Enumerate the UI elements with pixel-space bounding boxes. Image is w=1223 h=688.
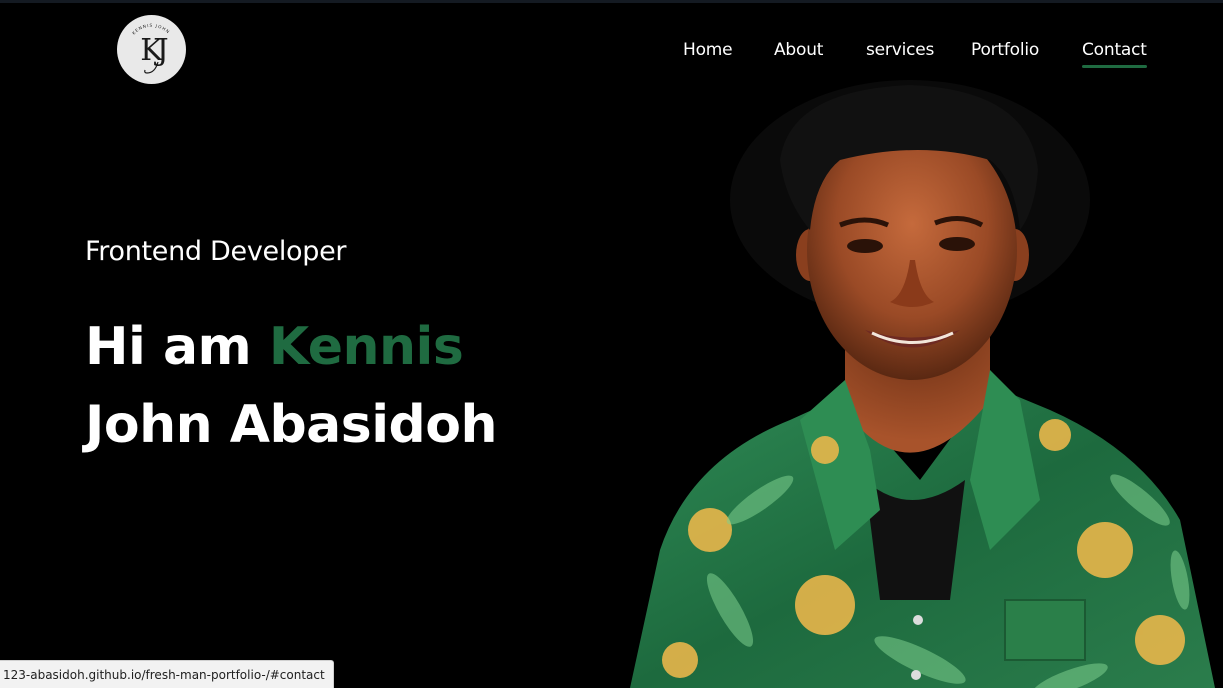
- nav-about-link[interactable]: About: [774, 38, 823, 62]
- hero-greeting: Hi am: [85, 317, 252, 377]
- nav-active-underline: [1082, 65, 1147, 68]
- profile-photo: [620, 80, 1220, 688]
- hero-subtitle: Frontend Developer: [85, 236, 347, 267]
- nav-home-label: Home: [683, 40, 733, 60]
- portfolio-page: KENNIS JOHN KJ Home About services Portf…: [0, 0, 1223, 688]
- nav-home-link[interactable]: Home: [683, 38, 733, 62]
- hero-last-names: John Abasidoh: [85, 395, 498, 455]
- nav-contact-label: Contact: [1082, 40, 1147, 60]
- main-nav: Home About services Portfolio Contact: [660, 38, 1160, 78]
- nav-portfolio-link[interactable]: Portfolio: [971, 38, 1039, 62]
- hero-first-name: Kennis: [268, 317, 464, 377]
- nav-contact-link[interactable]: Contact: [1082, 38, 1147, 68]
- browser-top-edge: [0, 0, 1223, 3]
- site-logo[interactable]: KENNIS JOHN KJ: [117, 15, 186, 84]
- nav-portfolio-label: Portfolio: [971, 40, 1040, 60]
- browser-status-url: 123-abasidoh.github.io/fresh-man-portfol…: [0, 660, 334, 688]
- kj-monogram-logo-icon: KENNIS JOHN KJ: [117, 15, 186, 84]
- hero-headline: Hi am Kennis John Abasidoh: [85, 308, 498, 464]
- nav-services-link[interactable]: services: [866, 38, 934, 62]
- profile-photo-icon: [630, 80, 1215, 688]
- nav-about-label: About: [774, 40, 824, 60]
- nav-services-label: services: [866, 40, 935, 60]
